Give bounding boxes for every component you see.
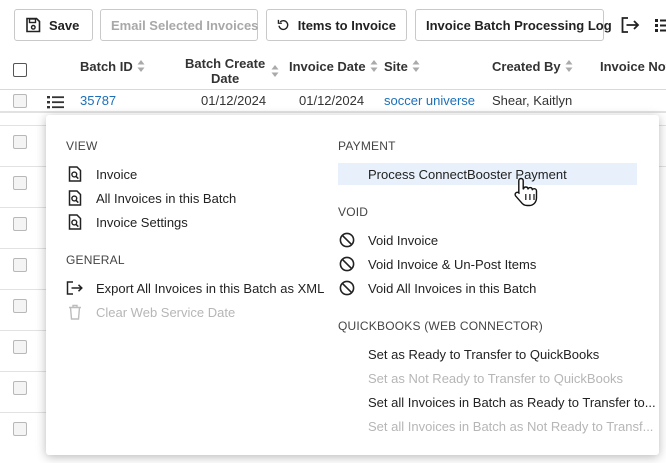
column-invoice-notes[interactable]: Invoice Note: [600, 56, 666, 76]
sort-icon: [370, 60, 378, 72]
row-checkbox[interactable]: [13, 258, 27, 272]
save-icon: [26, 17, 41, 33]
row-checkbox[interactable]: [13, 422, 27, 436]
email-selected-invoices-button[interactable]: Email Selected Invoices: [100, 9, 258, 41]
table-header: Batch ID Batch Create Date Invoice Date …: [0, 52, 666, 90]
menu-item-void-invoice[interactable]: Void Invoice: [338, 229, 438, 251]
menu-item-label: Clear Web Service Date: [96, 304, 236, 320]
items-to-invoice-label: Items to Invoice: [297, 17, 396, 33]
ban-icon: [338, 279, 356, 297]
menu-item-label: Void All Invoices in this Batch: [368, 280, 537, 296]
select-all-checkbox[interactable]: [13, 63, 27, 77]
menu-item-set-not-ready-to-transfer: Set as Not Ready to Transfer to QuickBoo…: [338, 367, 623, 389]
menu-item-label: Set all Invoices in Batch as Ready to Tr…: [368, 394, 656, 410]
column-batch-create-label-1: Batch Create: [185, 56, 266, 71]
invoice-batch-processing-log-button[interactable]: Invoice Batch Processing Log: [415, 9, 612, 41]
view-document-icon: [66, 165, 84, 183]
created-by-cell: Shear, Kaitlyn: [492, 93, 573, 108]
batch-create-date-cell: 01/12/2024: [201, 93, 267, 108]
export-icon: [66, 279, 84, 297]
row-checkbox[interactable]: [13, 340, 27, 354]
menu-item-clear-web-service-date: Clear Web Service Date: [66, 301, 235, 323]
sort-icon: [412, 60, 420, 72]
email-label: Email Selected Invoices: [111, 17, 259, 33]
menu-item-void-invoice-unpost-items[interactable]: Void Invoice & Un-Post Items: [338, 253, 536, 275]
menu-section-payment: PAYMENT: [338, 139, 396, 153]
menu-item-label: Void Invoice: [368, 232, 439, 248]
sort-icon: [137, 60, 145, 72]
row-checkbox[interactable]: [13, 176, 27, 190]
log-label: Invoice Batch Processing Log: [426, 17, 612, 33]
column-batch-id-label: Batch ID: [80, 58, 133, 74]
menu-item-label: Void Invoice & Un-Post Items: [368, 256, 537, 272]
menu-item-invoice[interactable]: Invoice: [66, 163, 137, 185]
toolbar: Save Email Selected Invoices Items to In…: [0, 0, 666, 50]
hand-cursor-icon: [514, 177, 538, 207]
row-context-menu: VIEW Invoice All Invoices in this Batch …: [46, 115, 659, 455]
row-checkbox[interactable]: [13, 217, 27, 231]
column-invoice-notes-label: Invoice Note: [600, 58, 666, 74]
menu-item-set-all-not-ready-to-transfer: Set all Invoices in Batch as Not Ready t…: [338, 415, 653, 437]
column-batch-create-label-2: Date: [211, 71, 240, 86]
site-link[interactable]: soccer universe: [384, 90, 475, 112]
invoice-date-cell: 01/12/2024: [299, 93, 365, 108]
save-button[interactable]: Save: [14, 9, 93, 41]
row-checkbox[interactable]: [13, 381, 27, 395]
ban-icon: [338, 255, 356, 273]
column-site[interactable]: Site: [384, 56, 420, 76]
row-actions-menu-icon[interactable]: [47, 94, 65, 110]
column-created-by[interactable]: Created By: [492, 56, 573, 76]
column-batch-create-date[interactable]: Batch Create Date: [185, 56, 279, 86]
menu-item-invoice-settings[interactable]: Invoice Settings: [66, 211, 188, 233]
menu-item-label: Invoice: [96, 166, 138, 182]
items-to-invoice-button[interactable]: Items to Invoice: [266, 9, 407, 41]
column-created-by-label: Created By: [492, 58, 561, 74]
menu-section-view: VIEW: [66, 139, 98, 153]
menu-item-all-invoices-in-batch[interactable]: All Invoices in this Batch: [66, 187, 236, 209]
sort-icon: [271, 65, 279, 77]
row-checkbox[interactable]: [13, 135, 27, 149]
batch-id-link[interactable]: 35787: [80, 90, 116, 112]
menu-item-label: Invoice Settings: [96, 214, 188, 230]
menu-item-export-xml[interactable]: Export All Invoices in this Batch as XML: [66, 277, 324, 299]
save-label: Save: [49, 17, 80, 33]
column-invoice-date-label: Invoice Date: [289, 58, 366, 74]
menu-item-set-all-ready-to-transfer[interactable]: Set all Invoices in Batch as Ready to Tr…: [338, 391, 656, 413]
column-batch-id[interactable]: Batch ID: [80, 56, 145, 76]
menu-item-set-ready-to-transfer[interactable]: Set as Ready to Transfer to QuickBooks: [338, 343, 599, 365]
view-document-icon: [66, 213, 84, 231]
table-row-divider: [0, 112, 666, 113]
sort-icon: [565, 60, 573, 72]
menu-item-label: Export All Invoices in this Batch as XML: [96, 280, 325, 296]
menu-item-label: Set as Not Ready to Transfer to QuickBoo…: [368, 370, 624, 386]
menu-item-label: Set as Ready to Transfer to QuickBooks: [368, 346, 600, 362]
menu-item-process-connectbooster-payment[interactable]: Process ConnectBooster Payment: [338, 163, 637, 185]
undo-icon: [277, 19, 289, 31]
view-document-icon: [66, 189, 84, 207]
export-icon[interactable]: [619, 14, 641, 36]
menu-section-quickbooks: QUICKBOOKS (WEB CONNECTOR): [338, 319, 543, 333]
column-invoice-date[interactable]: Invoice Date: [289, 56, 378, 76]
ban-icon: [338, 231, 356, 249]
row-checkbox[interactable]: [13, 299, 27, 313]
column-site-label: Site: [384, 58, 408, 74]
menu-item-label: All Invoices in this Batch: [96, 190, 237, 206]
trash-icon: [66, 303, 84, 321]
menu-item-void-all-invoices-in-batch[interactable]: Void All Invoices in this Batch: [338, 277, 536, 299]
menu-section-void: VOID: [338, 205, 369, 219]
table-row[interactable]: 35787 01/12/2024 01/12/2024 soccer unive…: [0, 90, 666, 112]
row-checkbox[interactable]: [13, 94, 27, 108]
menu-section-general: GENERAL: [66, 253, 125, 267]
list-menu-icon[interactable]: [654, 14, 666, 36]
menu-item-label: Set all Invoices in Batch as Not Ready t…: [368, 418, 654, 434]
